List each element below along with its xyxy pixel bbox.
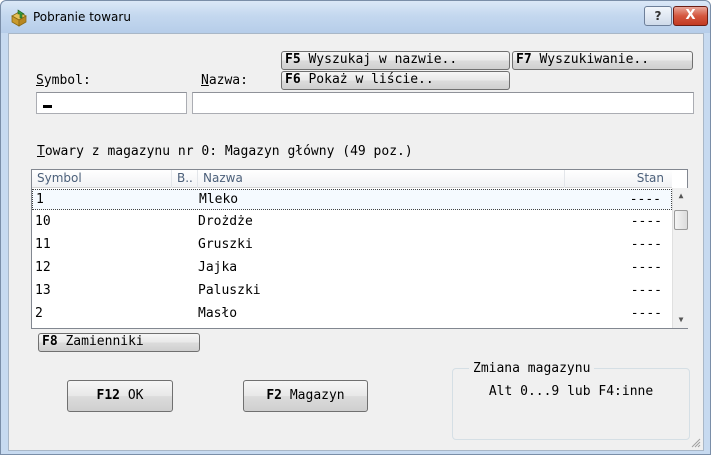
search-in-name-label: Wyszukaj w nazwie..	[300, 52, 458, 67]
symbol-input[interactable]	[36, 92, 187, 114]
cell-name: Drożdże	[198, 214, 253, 229]
table-row[interactable]: 10 Drożdże ----	[32, 212, 672, 233]
cell-name: Masło	[198, 306, 238, 321]
ok-key: F12	[96, 388, 120, 403]
show-in-list-label: Pokaż w liście..	[300, 72, 434, 87]
warehouse-change-hint: Alt 0...9 lub F4:inne	[488, 384, 654, 399]
table-row[interactable]: 2 Masło ----	[32, 304, 672, 325]
cell-name: Paluszki	[198, 283, 261, 298]
warehouse-label: Magazyn	[282, 388, 345, 403]
show-in-list-button[interactable]: F6 Pokaż w liście..	[281, 71, 510, 90]
help-button[interactable]: ?	[644, 6, 672, 26]
scrollbar-thumb[interactable]	[674, 210, 688, 230]
cell-symbol: 10	[35, 214, 51, 229]
ok-button[interactable]: F12 OK	[67, 380, 173, 412]
cell-stan: ----	[630, 306, 662, 321]
text-cursor	[43, 105, 52, 108]
name-input[interactable]	[192, 92, 694, 114]
substitutes-button[interactable]: F8 Zamienniki	[38, 333, 200, 352]
table-row[interactable]: 12 Jajka ----	[32, 258, 672, 279]
table-row[interactable]: 11 Gruszki ----	[32, 235, 672, 256]
cell-stan: ----	[630, 214, 662, 229]
vertical-scrollbar[interactable]: ▲ ▼	[672, 188, 688, 328]
substitutes-label: Zamienniki	[57, 334, 144, 349]
column-header-b[interactable]: B..	[172, 170, 198, 188]
cell-symbol: 1	[36, 192, 44, 207]
search-button[interactable]: F7 Wyszukiwanie..	[512, 51, 693, 70]
cell-stan: ----	[630, 283, 662, 298]
cell-symbol: 11	[35, 237, 51, 252]
chevron-up-icon[interactable]: ▲	[673, 188, 689, 204]
column-header-name[interactable]: Nazwa	[198, 170, 565, 188]
package-arrow-icon	[11, 9, 27, 27]
name-label: Nazwa:	[201, 73, 248, 88]
goods-caption: Towary z magazynu nr 0: Magazyn główny (…	[37, 144, 413, 159]
search-in-name-key: F5	[285, 52, 301, 67]
chevron-down-icon[interactable]: ▼	[673, 312, 689, 328]
column-header-symbol[interactable]: Symbol	[32, 170, 172, 188]
table-row[interactable]: 13 Paluszki ----	[32, 281, 672, 302]
warehouse-change-legend: Zmiana magazynu	[469, 361, 595, 376]
cell-stan: ----	[630, 260, 662, 275]
goods-table[interactable]: Symbol B.. Nazwa Stan 1 Mleko ---- 10 Dr…	[31, 169, 688, 329]
cell-name: Jajka	[198, 260, 238, 275]
cell-stan: ----	[630, 237, 662, 252]
dialog-body: F5 Wyszukaj w nazwie.. F7 Wyszukiwanie..…	[8, 33, 704, 451]
table-row[interactable]: 1 Mleko ----	[32, 189, 672, 210]
search-in-name-button[interactable]: F5 Wyszukaj w nazwie..	[281, 51, 510, 70]
substitutes-key: F8	[42, 334, 58, 349]
title-bar[interactable]: Pobranie towaru ? X	[1, 1, 710, 33]
cell-symbol: 12	[35, 260, 51, 275]
cell-name: Gruszki	[198, 237, 253, 252]
warehouse-button[interactable]: F2 Magazyn	[243, 380, 368, 412]
warehouse-key: F2	[266, 388, 283, 403]
cell-stan: ----	[629, 192, 661, 207]
search-key: F7	[516, 52, 532, 67]
ok-label: OK	[120, 388, 144, 403]
close-button[interactable]: X	[673, 6, 708, 26]
dialog-window: Pobranie towaru ? X F5 Wyszukaj w nazwie…	[0, 0, 711, 455]
resize-grip-icon[interactable]	[689, 436, 701, 448]
column-header-stan[interactable]: Stan	[565, 170, 672, 188]
warehouse-change-group	[452, 368, 690, 440]
table-header: Symbol B.. Nazwa Stan	[32, 170, 672, 188]
cell-symbol: 2	[35, 306, 43, 321]
cell-symbol: 13	[35, 283, 51, 298]
search-label: Wyszukiwanie..	[531, 52, 650, 67]
symbol-label: Symbol:	[36, 73, 91, 88]
show-in-list-key: F6	[285, 72, 301, 87]
cell-name: Mleko	[199, 192, 239, 207]
window-title: Pobranie towaru	[33, 10, 131, 24]
